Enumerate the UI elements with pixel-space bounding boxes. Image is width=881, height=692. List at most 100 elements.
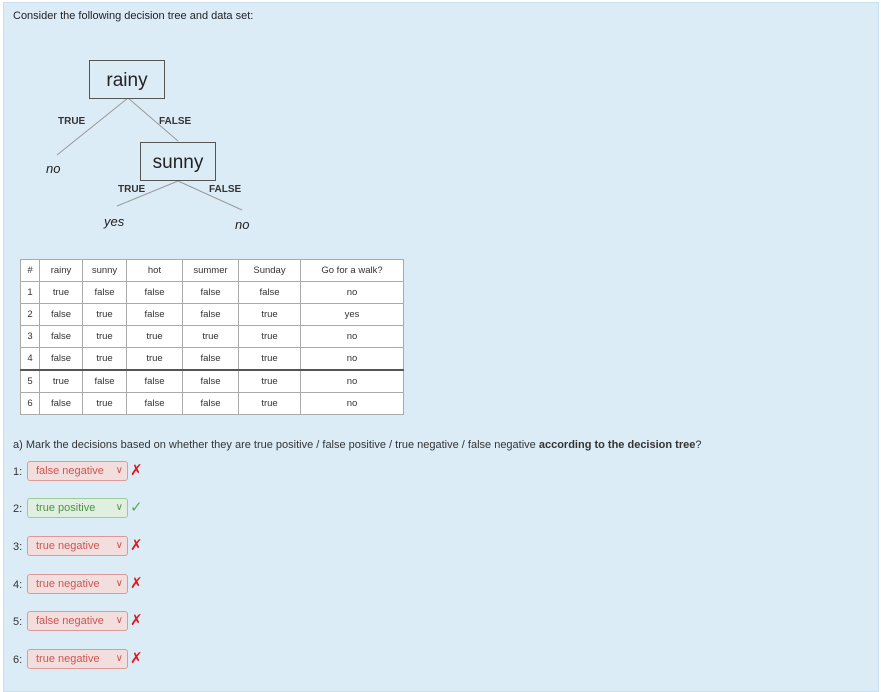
table-cell: no: [300, 369, 404, 393]
table-cell: true: [238, 392, 301, 415]
table-cell: false: [82, 281, 127, 304]
table-row: 6 false true false false true no: [20, 392, 404, 415]
table-cell: false: [126, 392, 183, 415]
table-cell: false: [39, 325, 83, 348]
table-cell: false: [39, 303, 83, 326]
table-cell: true: [238, 347, 301, 371]
chevron-down-icon: ∨: [115, 615, 123, 626]
answer-select-2[interactable]: true positive ∨: [27, 498, 128, 518]
table-cell: false: [39, 347, 83, 371]
edge-label-child-true: TRUE: [118, 184, 146, 195]
table-cell: false: [182, 303, 239, 326]
col-header-rainy: rainy: [39, 259, 83, 282]
table-cell: false: [39, 392, 83, 415]
col-header-sunny: sunny: [82, 259, 127, 282]
answer-number: 3:: [13, 541, 23, 553]
chevron-down-icon: ∨: [115, 465, 123, 476]
table-cell: false: [126, 369, 183, 393]
edge-label-child-false: FALSE: [209, 184, 242, 195]
table-cell: true: [39, 369, 83, 393]
answer-number: 4:: [13, 579, 23, 591]
table-cell: no: [300, 325, 404, 348]
table-cell: false: [182, 347, 239, 371]
table-cell: false: [126, 303, 183, 326]
table-cell: 4: [20, 347, 40, 371]
question-main: a) Mark the decisions based on whether t…: [13, 439, 539, 451]
tree-leaf-child-false: no: [235, 217, 250, 232]
answer-value: false negative: [36, 465, 104, 477]
tree-node-root: rainy: [89, 60, 165, 99]
answer-number: 6:: [13, 654, 23, 666]
chevron-down-icon: ∨: [115, 578, 123, 589]
chevron-down-icon: ∨: [115, 653, 123, 664]
table-cell: true: [182, 325, 239, 348]
answer-number: 2:: [13, 503, 23, 515]
table-cell: true: [39, 281, 83, 304]
cross-icon: ✗: [130, 650, 143, 667]
table-cell: no: [300, 347, 404, 371]
table-cell: 6: [20, 392, 40, 415]
answer-value: true negative: [36, 653, 100, 665]
answer-number: 1:: [13, 466, 23, 478]
table-cell: no: [300, 281, 404, 304]
table-cell: true: [82, 325, 127, 348]
table-cell: no: [300, 392, 404, 415]
edge-label-root-false: FALSE: [159, 116, 192, 127]
table-cell: true: [82, 392, 127, 415]
col-header-walk: Go for a walk?: [300, 259, 404, 282]
chevron-down-icon: ∨: [115, 540, 123, 551]
table-cell: false: [238, 281, 301, 304]
table-cell: 1: [20, 281, 40, 304]
table-cell: 5: [20, 369, 40, 393]
table-cell: false: [182, 281, 239, 304]
answer-value: true positive: [36, 502, 96, 514]
table-cell: true: [82, 303, 127, 326]
table-row: 2 false true false false true yes: [20, 303, 404, 326]
table-cell: true: [238, 303, 301, 326]
col-header-index: #: [20, 259, 40, 282]
table-row: 1 true false false false false no: [20, 281, 404, 304]
answer-value: true negative: [36, 540, 100, 552]
tree-leaf-root-true: no: [46, 161, 61, 176]
tree-leaf-child-true: yes: [104, 214, 125, 229]
edge-label-root-true: TRUE: [58, 116, 86, 127]
cross-icon: ✗: [130, 575, 143, 592]
check-icon: ✓: [130, 499, 143, 516]
col-header-hot: hot: [126, 259, 183, 282]
table-cell: true: [238, 369, 301, 393]
col-header-sunday: Sunday: [238, 259, 301, 282]
table-row: 5 true false false false true no: [20, 369, 404, 393]
answer-select-6[interactable]: true negative ∨: [27, 649, 128, 669]
answer-value: true negative: [36, 578, 100, 590]
table-row: 4 false true true false true no: [20, 347, 404, 371]
cross-icon: ✗: [130, 462, 143, 479]
table-cell: true: [126, 347, 183, 371]
table-cell: true: [126, 325, 183, 348]
table-row: 3 false true true true true no: [20, 325, 404, 348]
answer-select-5[interactable]: false negative ∨: [27, 611, 128, 631]
question-text: a) Mark the decisions based on whether t…: [13, 439, 701, 451]
table-cell: false: [126, 281, 183, 304]
table-cell: true: [238, 325, 301, 348]
cross-icon: ✗: [130, 612, 143, 629]
question-end: ?: [695, 439, 702, 451]
tree-node-child: sunny: [140, 142, 216, 181]
tree-edges: [56, 97, 243, 211]
table-cell: false: [82, 369, 127, 393]
table-cell: yes: [300, 303, 404, 326]
answer-select-4[interactable]: true negative ∨: [27, 574, 128, 594]
table-cell: true: [82, 347, 127, 371]
question-bold: according to the decision tree: [538, 439, 696, 451]
answer-select-1[interactable]: false negative ∨: [27, 461, 128, 481]
cross-icon: ✗: [130, 537, 143, 554]
table-cell: 2: [20, 303, 40, 326]
answer-value: false negative: [36, 615, 104, 627]
table-cell: false: [182, 369, 239, 393]
table-cell: 3: [20, 325, 40, 348]
chevron-down-icon: ∨: [115, 502, 123, 513]
table-cell: false: [182, 392, 239, 415]
table-header-row: # rainy sunny hot summer Sunday Go for a…: [20, 259, 404, 282]
answer-number: 5:: [13, 616, 23, 628]
col-header-summer: summer: [182, 259, 239, 282]
answer-select-3[interactable]: true negative ∨: [27, 536, 128, 556]
